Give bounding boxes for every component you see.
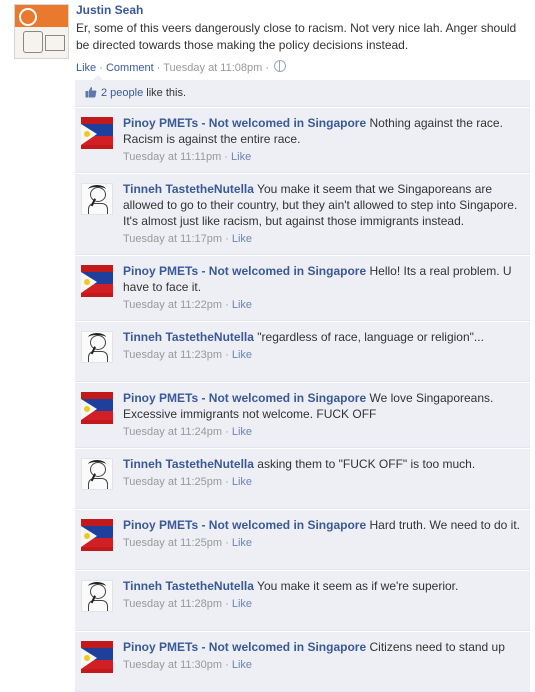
comment-meta: Tuesday at 11:23pm · Like bbox=[123, 348, 522, 362]
meta-separator: · bbox=[221, 151, 232, 163]
comment-list: Pinoy PMETs - Not welcomed in Singapore … bbox=[75, 107, 530, 692]
comment-meta: Tuesday at 11:22pm · Like bbox=[123, 298, 522, 312]
comment-timestamp[interactable]: Tuesday at 11:22pm bbox=[123, 299, 222, 311]
comment-timestamp[interactable]: Tuesday at 11:23pm bbox=[123, 349, 222, 361]
comment-text-block: Tinneh TastetheNutella You make it seem … bbox=[123, 578, 522, 594]
comment: Pinoy PMETs - Not welcomed in Singapore … bbox=[75, 107, 530, 173]
meta-separator: · bbox=[222, 537, 232, 549]
commenter-name-link[interactable]: Pinoy PMETs - Not welcomed in Singapore bbox=[123, 264, 366, 278]
comment-timestamp[interactable]: Tuesday at 11:28pm bbox=[123, 598, 222, 610]
comment-like-link[interactable]: Like bbox=[232, 476, 252, 488]
comment-body: You make it seem as if we're superior. bbox=[257, 579, 459, 593]
comment-like-link[interactable]: Like bbox=[232, 659, 252, 671]
post-timestamp[interactable]: Tuesday at 11:08pm bbox=[163, 62, 262, 74]
like-link[interactable]: Like bbox=[76, 62, 96, 74]
meta-separator: · bbox=[222, 233, 232, 245]
comment-meta: Tuesday at 11:24pm · Like bbox=[123, 425, 522, 439]
comment-timestamp[interactable]: Tuesday at 11:11pm bbox=[123, 151, 221, 163]
commenter-name-link[interactable]: Tinneh TastetheNutella bbox=[123, 457, 254, 471]
commenter-avatar[interactable] bbox=[81, 331, 113, 363]
likers-link[interactable]: 2 people bbox=[101, 87, 143, 99]
commenter-name-link[interactable]: Tinneh TastetheNutella bbox=[123, 330, 254, 344]
comment: Tinneh TastetheNutella You make it seem … bbox=[75, 173, 530, 255]
commenter-avatar[interactable] bbox=[81, 183, 113, 215]
comment-meta: Tuesday at 11:25pm · Like bbox=[123, 536, 522, 550]
commenter-avatar[interactable] bbox=[81, 519, 113, 551]
meta-separator: · bbox=[222, 598, 232, 610]
comment: Pinoy PMETs - Not welcomed in Singapore … bbox=[75, 509, 530, 570]
comment-meta: Tuesday at 11:11pm · Like bbox=[123, 150, 522, 164]
comment-timestamp[interactable]: Tuesday at 11:24pm bbox=[123, 426, 222, 438]
commenter-avatar[interactable] bbox=[81, 117, 113, 149]
comment-timestamp[interactable]: Tuesday at 11:17pm bbox=[123, 233, 222, 245]
comment-timestamp[interactable]: Tuesday at 11:25pm bbox=[123, 476, 222, 488]
post-body: Justin Seah Er, some of this veers dange… bbox=[76, 3, 526, 75]
comment-like-link[interactable]: Like bbox=[232, 233, 252, 245]
commenter-name-link[interactable]: Pinoy PMETs - Not welcomed in Singapore bbox=[123, 518, 366, 532]
commenter-avatar[interactable] bbox=[81, 265, 113, 297]
comment-meta: Tuesday at 11:30pm · Like bbox=[123, 658, 522, 672]
commenter-avatar[interactable] bbox=[81, 580, 113, 612]
meta-separator: · bbox=[222, 659, 232, 671]
comment-text-block: Pinoy PMETs - Not welcomed in Singapore … bbox=[123, 390, 522, 422]
commenter-name-link[interactable]: Pinoy PMETs - Not welcomed in Singapore bbox=[123, 116, 366, 130]
comment: Tinneh TastetheNutella asking them to "F… bbox=[75, 448, 530, 509]
comment-like-link[interactable]: Like bbox=[231, 151, 251, 163]
comment-link[interactable]: Comment bbox=[106, 62, 154, 74]
comment-body: Citizens need to stand up bbox=[369, 640, 505, 654]
comment-text-block: Pinoy PMETs - Not welcomed in Singapore … bbox=[123, 517, 522, 533]
comment: Pinoy PMETs - Not welcomed in Singapore … bbox=[75, 255, 530, 321]
likes-suffix: like this. bbox=[146, 87, 187, 99]
comment-like-link[interactable]: Like bbox=[232, 598, 252, 610]
comment-meta: Tuesday at 11:25pm · Like bbox=[123, 475, 522, 489]
post-meta: Like · Comment · Tuesday at 11:08pm · bbox=[76, 60, 526, 75]
post-text: Er, some of this veers dangerously close… bbox=[76, 21, 517, 52]
meta-separator: · bbox=[222, 426, 232, 438]
comment-like-link[interactable]: Like bbox=[232, 537, 252, 549]
comment-text-block: Pinoy PMETs - Not welcomed in Singapore … bbox=[123, 639, 522, 655]
commenter-avatar[interactable] bbox=[81, 392, 113, 424]
comment-timestamp[interactable]: Tuesday at 11:25pm bbox=[123, 537, 222, 549]
comment-like-link[interactable]: Like bbox=[232, 349, 252, 361]
commenter-name-link[interactable]: Pinoy PMETs - Not welcomed in Singapore bbox=[123, 391, 366, 405]
comment-text-block: Pinoy PMETs - Not welcomed in Singapore … bbox=[123, 115, 522, 147]
comment: Tinneh TastetheNutella "regardless of ra… bbox=[75, 321, 530, 382]
comment-text-block: Pinoy PMETs - Not welcomed in Singapore … bbox=[123, 263, 522, 295]
comment-body: "regardless of race, language or religio… bbox=[257, 330, 484, 344]
meta-separator: · bbox=[262, 62, 273, 74]
comment-like-link[interactable]: Like bbox=[232, 426, 252, 438]
commenter-name-link[interactable]: Tinneh TastetheNutella bbox=[123, 579, 254, 593]
commenter-avatar[interactable] bbox=[81, 458, 113, 490]
commenter-name-link[interactable]: Pinoy PMETs - Not welcomed in Singapore bbox=[123, 640, 366, 654]
commenter-name-link[interactable]: Tinneh TastetheNutella bbox=[123, 182, 254, 196]
comment-meta: Tuesday at 11:17pm · Like bbox=[123, 232, 522, 246]
post-author-link[interactable]: Justin Seah bbox=[76, 3, 526, 17]
commenter-avatar[interactable] bbox=[81, 641, 113, 673]
meta-separator: · bbox=[222, 476, 232, 488]
comment-text-block: Tinneh TastetheNutella asking them to "F… bbox=[123, 456, 522, 472]
comment-body: asking them to "FUCK OFF" is too much. bbox=[257, 457, 476, 471]
panel-caret bbox=[93, 75, 103, 80]
likes-row: 2 people like this. bbox=[75, 80, 530, 107]
comment: Pinoy PMETs - Not welcomed in Singapore … bbox=[75, 382, 530, 448]
globe-icon[interactable] bbox=[274, 60, 287, 72]
comment-text-block: Tinneh TastetheNutella You make it seem … bbox=[123, 181, 522, 229]
author-avatar[interactable] bbox=[14, 4, 69, 59]
comment-body: Hard truth. We need to do it. bbox=[369, 518, 521, 532]
meta-separator: · bbox=[96, 62, 106, 74]
comment-text-block: Tinneh TastetheNutella "regardless of ra… bbox=[123, 329, 522, 345]
comment-timestamp[interactable]: Tuesday at 11:30pm bbox=[123, 659, 222, 671]
comment: Tinneh TastetheNutella You make it seem … bbox=[75, 570, 530, 631]
meta-separator: · bbox=[222, 349, 232, 361]
meta-separator: · bbox=[222, 299, 232, 311]
comments-panel: 2 people like this. Pinoy PMETs - Not we… bbox=[75, 75, 530, 692]
comment-meta: Tuesday at 11:28pm · Like bbox=[123, 597, 522, 611]
comment: Pinoy PMETs - Not welcomed in Singapore … bbox=[75, 631, 530, 692]
thumbs-up-icon bbox=[85, 87, 97, 98]
meta-separator: · bbox=[153, 62, 164, 74]
comment-like-link[interactable]: Like bbox=[232, 299, 252, 311]
